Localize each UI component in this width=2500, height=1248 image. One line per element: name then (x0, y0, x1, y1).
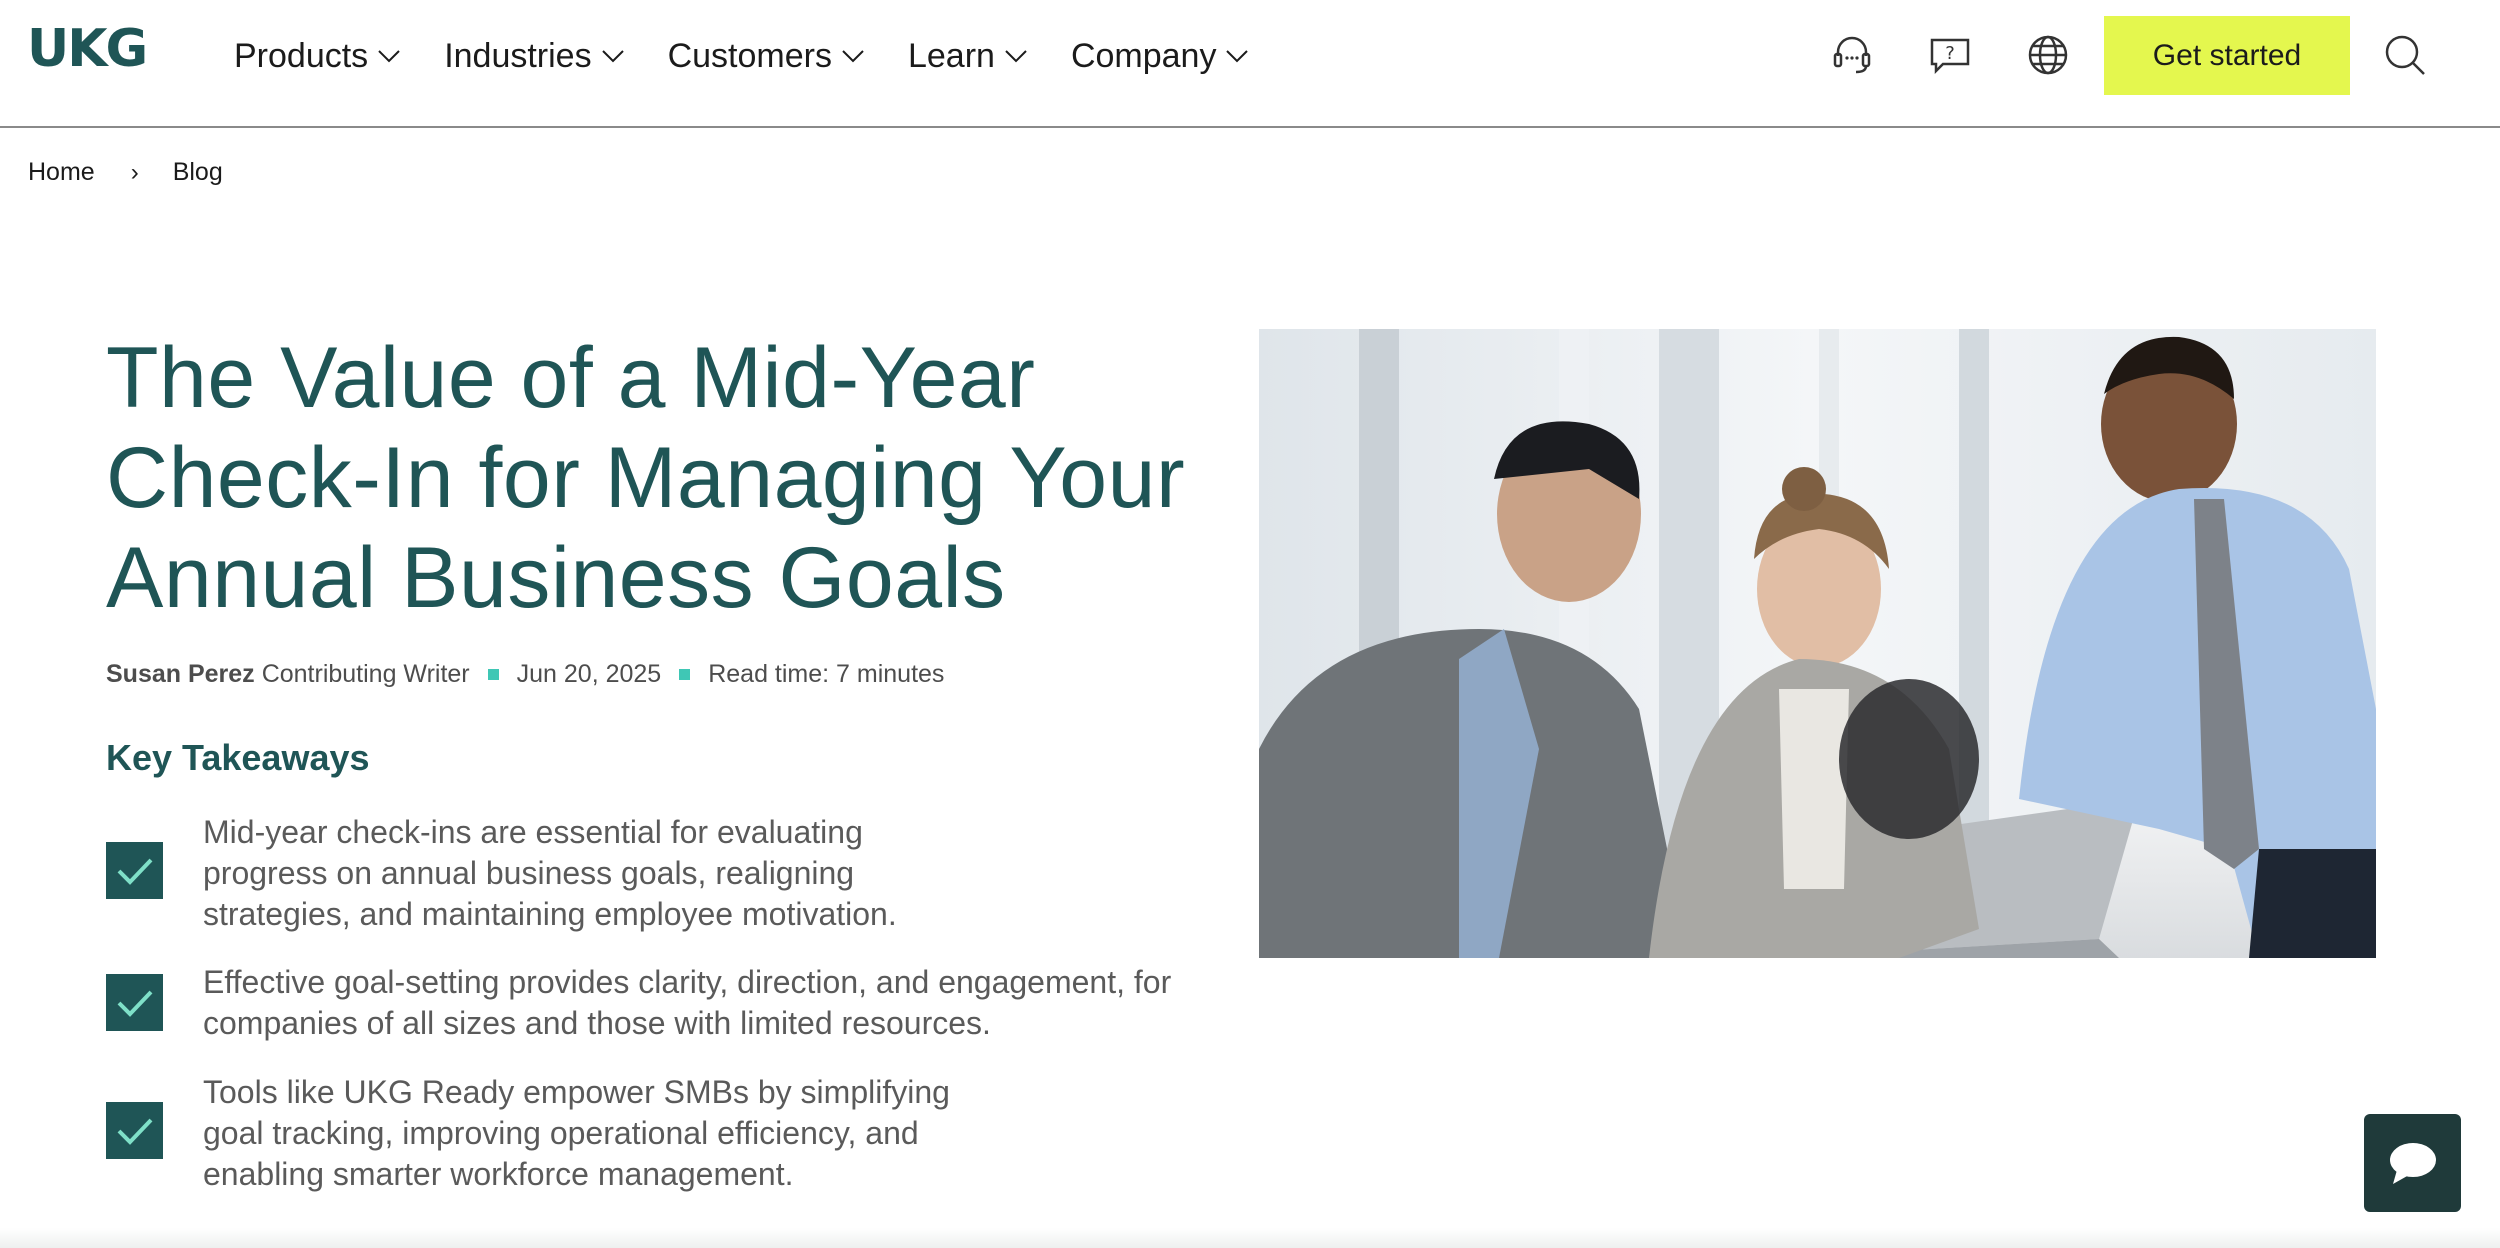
get-started-button[interactable]: Get started (2104, 16, 2350, 95)
chevron-down-icon (601, 50, 624, 63)
takeaway-item: Effective goal-setting provides clarity,… (106, 962, 1226, 1044)
nav-label: Products (234, 36, 369, 75)
article-title: The Value of a Mid-Year Check-In for Man… (106, 330, 1186, 626)
page-bottom-edge (0, 1228, 2500, 1248)
takeaway-text: Mid-year check-ins are essential for eva… (203, 814, 897, 932)
globe-icon[interactable] (2026, 33, 2070, 77)
nav-industries[interactable]: Industries (444, 36, 624, 76)
meta-separator-dot (679, 669, 691, 680)
help-chat-icon[interactable]: ? (1928, 33, 1972, 77)
author-name[interactable]: Susan Perez (106, 660, 255, 689)
publish-date: Jun 20, 2025 (516, 660, 662, 688)
breadcrumb: Home › Blog (28, 158, 223, 187)
search-icon[interactable] (2383, 33, 2427, 77)
chevron-down-icon (842, 50, 864, 63)
chevron-down-icon (1005, 50, 1027, 63)
breadcrumb-separator: › (130, 158, 139, 186)
main-nav: Products Industries Customers Learn Comp… (234, 0, 1292, 112)
chat-button[interactable] (2364, 1114, 2461, 1212)
site-header: UKG Products Industries Customers Learn … (0, 0, 2500, 128)
nav-label: Customers (667, 36, 832, 75)
nav-label: Learn (907, 36, 995, 75)
chat-bubble-icon (2389, 1143, 2436, 1184)
checkbox-check-icon (106, 1102, 163, 1159)
breadcrumb-current[interactable]: Blog (173, 158, 223, 187)
takeaway-item: Mid-year check-ins are essential for eva… (106, 812, 966, 935)
logo-text: UKG (27, 19, 148, 79)
takeaway-item: Tools like UKG Ready empower SMBs by sim… (106, 1072, 966, 1195)
nav-label: Industries (444, 36, 592, 75)
nav-company[interactable]: Company (1071, 37, 1249, 76)
read-time: Read time: 7 minutes (708, 660, 945, 688)
takeaway-text: Tools like UKG Ready empower SMBs by sim… (203, 1074, 950, 1192)
nav-learn[interactable]: Learn (908, 37, 1027, 76)
article-meta: Susan Perez Contributing Writer Jun 20, … (106, 660, 944, 689)
support-headset-icon[interactable] (1830, 33, 1874, 77)
checkbox-check-icon (106, 974, 163, 1031)
nav-products[interactable]: Products (234, 37, 400, 76)
svg-text:?: ? (1945, 43, 1955, 64)
author-role: Contributing Writer (261, 660, 470, 688)
nav-label: Company (1070, 36, 1217, 75)
key-takeaways-heading: Key Takeaways (106, 737, 370, 778)
chevron-down-icon (1226, 50, 1249, 63)
chevron-down-icon (378, 50, 400, 63)
meta-separator-dot (487, 669, 499, 680)
ukg-logo[interactable]: UKG (27, 19, 148, 79)
hero-photo-coworkers-at-laptop (1259, 329, 2376, 958)
checkbox-check-icon (106, 842, 163, 899)
nav-customers[interactable]: Customers (668, 37, 864, 76)
breadcrumb-home[interactable]: Home (28, 158, 95, 187)
takeaway-text: Effective goal-setting provides clarity,… (203, 964, 1172, 1041)
